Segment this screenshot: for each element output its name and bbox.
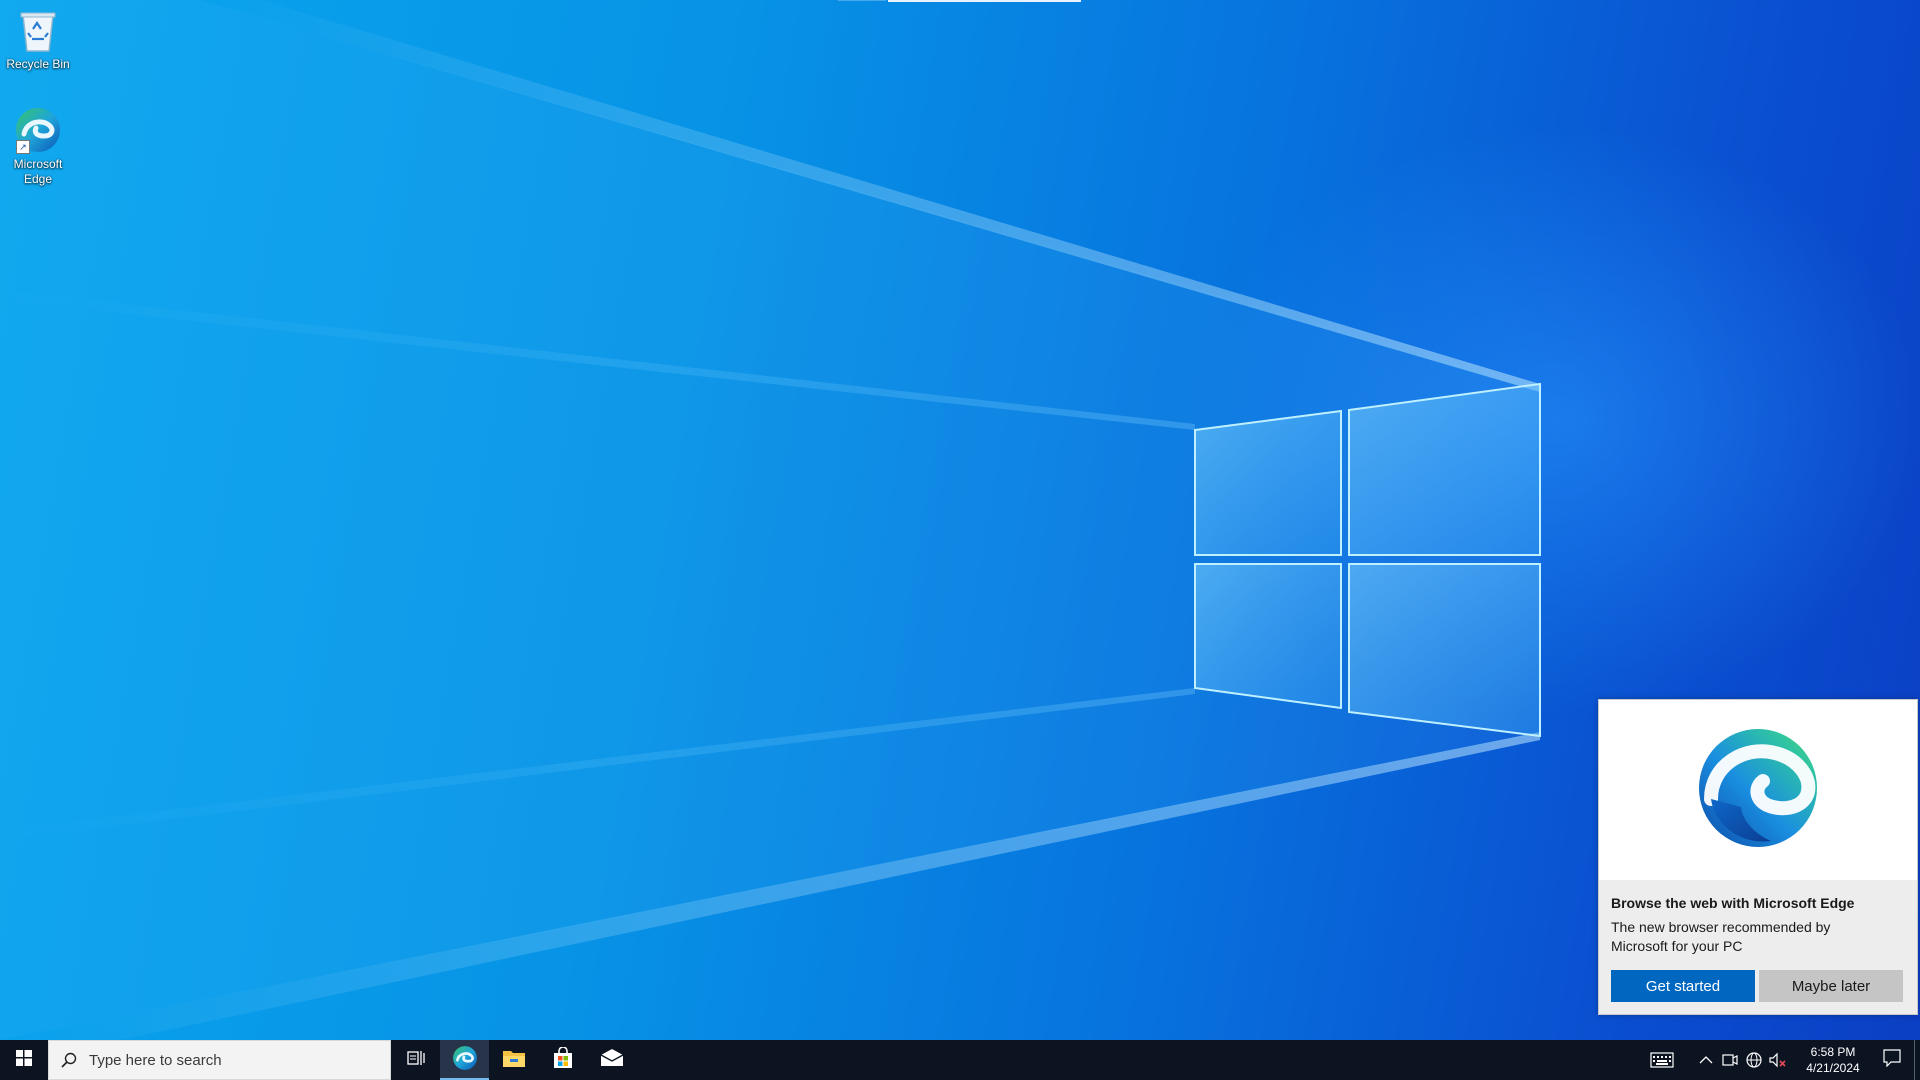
clock-time: 6:58 PM — [1810, 1045, 1856, 1059]
taskbar-file-explorer-button[interactable] — [489, 1040, 538, 1080]
taskbar: 6:58 PM 4/21/2024 — [0, 1040, 1920, 1080]
task-view-icon — [406, 1050, 425, 1071]
toast-actions: Get started Maybe later — [1611, 970, 1903, 1002]
desktop-icon-microsoft-edge[interactable]: ↗ Microsoft Edge — [0, 106, 76, 187]
clock-date: 4/21/2024 — [1806, 1061, 1860, 1075]
notification-icon — [1883, 1048, 1901, 1072]
taskbar-clock[interactable]: 6:58 PM 4/21/2024 — [1796, 1040, 1870, 1080]
camera-icon[interactable] — [1718, 1040, 1742, 1080]
get-started-button[interactable]: Get started — [1611, 970, 1755, 1002]
taskbar-mail-button[interactable] — [587, 1040, 636, 1080]
pinned-apps — [391, 1040, 636, 1080]
desktop-icon-label: Microsoft Edge — [13, 157, 63, 186]
desktop-icon-label: Recycle Bin — [6, 57, 70, 71]
task-view-button[interactable] — [391, 1040, 440, 1080]
windows-start-icon — [16, 1049, 32, 1071]
network-icon[interactable] — [1742, 1040, 1766, 1080]
toast-body: Browse the web with Microsoft Edge The n… — [1599, 880, 1917, 956]
edge-icon — [452, 1045, 478, 1076]
action-center-button[interactable] — [1870, 1040, 1914, 1080]
search-input[interactable] — [89, 1051, 379, 1069]
recycle-bin-icon — [14, 6, 62, 54]
system-tray: 6:58 PM 4/21/2024 — [1640, 1040, 1920, 1080]
start-button[interactable] — [0, 1040, 48, 1080]
toast-title: Browse the web with Microsoft Edge — [1611, 895, 1855, 911]
edge-promo-toast: Browse the web with Microsoft Edge The n… — [1598, 699, 1918, 1015]
taskbar-search-box[interactable] — [48, 1040, 391, 1080]
taskbar-edge-button[interactable] — [440, 1040, 489, 1080]
shortcut-arrow-icon: ↗ — [16, 140, 30, 154]
edge-logo-icon — [1697, 727, 1819, 854]
taskbar-store-button[interactable] — [538, 1040, 587, 1080]
desktop-icon-recycle-bin[interactable]: Recycle Bin — [0, 6, 76, 72]
file-explorer-icon — [502, 1048, 526, 1073]
chevron-up-icon[interactable] — [1694, 1040, 1718, 1080]
volume-muted-icon[interactable] — [1766, 1040, 1790, 1080]
top-edge-mark — [888, 0, 1081, 2]
top-edge-mark-left — [838, 0, 886, 1]
keyboard-layout-icon[interactable] — [1640, 1040, 1684, 1080]
store-icon — [552, 1045, 574, 1074]
maybe-later-button[interactable]: Maybe later — [1759, 970, 1903, 1002]
search-icon — [49, 1052, 89, 1068]
edge-icon: ↗ — [14, 106, 62, 154]
show-desktop-button[interactable] — [1914, 1040, 1920, 1080]
toast-hero — [1599, 700, 1917, 880]
mail-icon — [600, 1048, 624, 1072]
toast-message: The new browser recommended by Microsoft… — [1611, 919, 1831, 954]
